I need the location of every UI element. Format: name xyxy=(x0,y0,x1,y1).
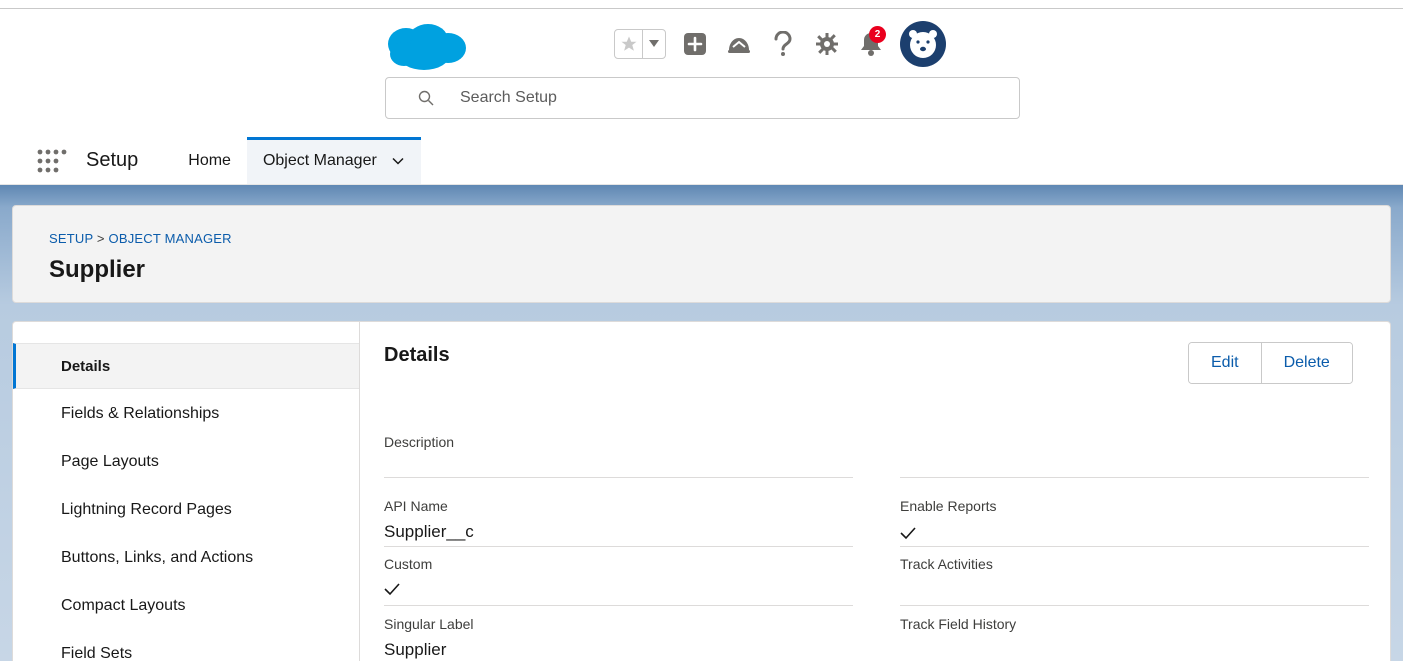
notification-count-badge: 2 xyxy=(869,26,886,43)
star-icon[interactable] xyxy=(615,30,643,58)
app-nav-bar: Setup Home Object Manager xyxy=(0,137,1403,185)
field-value: Supplier xyxy=(384,640,447,659)
breadcrumb-setup[interactable]: SETUP xyxy=(49,231,93,246)
sidebar-item-label: Fields & Relationships xyxy=(61,405,220,422)
field-track-field-history: Track Field History xyxy=(900,607,1369,661)
sidebar-item-label: Field Sets xyxy=(61,645,133,661)
sidebar-item-label: Buttons, Links, and Actions xyxy=(61,549,254,566)
sidebar-item-lightning-record-pages[interactable]: Lightning Record Pages xyxy=(13,487,359,533)
field-value: Supplier__c xyxy=(384,522,474,541)
breadcrumb-object-manager[interactable]: OBJECT MANAGER xyxy=(109,231,232,246)
sidebar-item-details[interactable]: Details xyxy=(13,343,359,389)
sidebar-item-label: Lightning Record Pages xyxy=(61,501,232,518)
breadcrumb: SETUP > OBJECT MANAGER xyxy=(49,231,232,246)
checkmark-icon xyxy=(900,527,916,540)
tab-object-manager[interactable]: Object Manager xyxy=(246,137,421,184)
search-icon xyxy=(418,90,434,106)
bell-icon[interactable]: 2 xyxy=(856,26,886,59)
field-description: Description xyxy=(384,422,853,478)
sidebar-item-label: Page Layouts xyxy=(61,453,159,470)
search-input[interactable] xyxy=(460,89,980,107)
gear-icon[interactable] xyxy=(812,29,842,59)
plus-box-icon[interactable] xyxy=(680,29,710,59)
global-utility-bar: 2 xyxy=(614,21,946,67)
page-title: Supplier xyxy=(49,256,146,283)
setup-search-box[interactable] xyxy=(385,77,1020,119)
details-button-group: Edit Delete xyxy=(1188,342,1353,384)
field-label: Singular Label xyxy=(384,616,474,632)
question-icon[interactable] xyxy=(768,29,798,59)
field-enable-reports: Enable Reports ✓ xyxy=(900,490,1369,547)
field-track-activities: Track Activities xyxy=(900,548,1369,606)
field-label: API Name xyxy=(384,498,448,514)
app-name: Setup xyxy=(86,149,139,171)
delete-button[interactable]: Delete xyxy=(1260,343,1352,383)
field-label: Enable Reports xyxy=(900,498,997,514)
tab-home-label: Home xyxy=(188,151,231,169)
field-label: Custom xyxy=(384,556,433,572)
sidebar-item-buttons-links-actions[interactable]: Buttons, Links, and Actions xyxy=(13,535,359,581)
field-singular-label: Singular Label Supplier xyxy=(384,607,853,661)
object-sidebar: Details Fields & Relationships Page Layo… xyxy=(13,322,360,661)
tab-home[interactable]: Home xyxy=(172,137,247,184)
sidebar-item-fields-relationships[interactable]: Fields & Relationships xyxy=(13,391,359,437)
edit-button[interactable]: Edit xyxy=(1189,343,1261,383)
sidebar-item-field-sets[interactable]: Field Sets xyxy=(13,631,359,661)
trailhead-icon[interactable] xyxy=(724,29,754,59)
field-label: Description xyxy=(384,434,455,450)
tab-object-manager-label: Object Manager xyxy=(262,151,377,169)
details-heading: Details xyxy=(384,344,450,366)
app-launcher-icon[interactable] xyxy=(22,137,82,184)
sidebar-item-compact-layouts[interactable]: Compact Layouts xyxy=(13,583,359,629)
field-label: Track Field History xyxy=(900,616,1017,632)
details-content: Details Edit Delete Description API Name… xyxy=(384,322,1369,661)
field-empty xyxy=(900,422,1369,478)
chevron-down-icon[interactable] xyxy=(391,154,405,168)
field-api-name: API Name Supplier__c xyxy=(384,490,853,547)
salesforce-cloud-logo[interactable] xyxy=(384,22,468,72)
sidebar-item-label: Compact Layouts xyxy=(61,597,186,614)
checkmark-icon xyxy=(384,583,400,596)
favorites-group xyxy=(614,29,666,59)
caret-down-icon[interactable] xyxy=(643,30,665,58)
bear-avatar[interactable] xyxy=(900,21,946,67)
sidebar-item-page-layouts[interactable]: Page Layouts xyxy=(13,439,359,485)
sidebar-item-label: Details xyxy=(61,357,111,375)
field-label: Track Activities xyxy=(900,556,993,572)
top-divider xyxy=(0,8,1403,9)
object-page-header: SETUP > OBJECT MANAGER Supplier xyxy=(12,205,1391,303)
field-custom: Custom ✓ xyxy=(384,548,853,606)
object-detail-panel: Details Fields & Relationships Page Layo… xyxy=(12,321,1391,661)
breadcrumb-separator: > xyxy=(96,231,105,246)
